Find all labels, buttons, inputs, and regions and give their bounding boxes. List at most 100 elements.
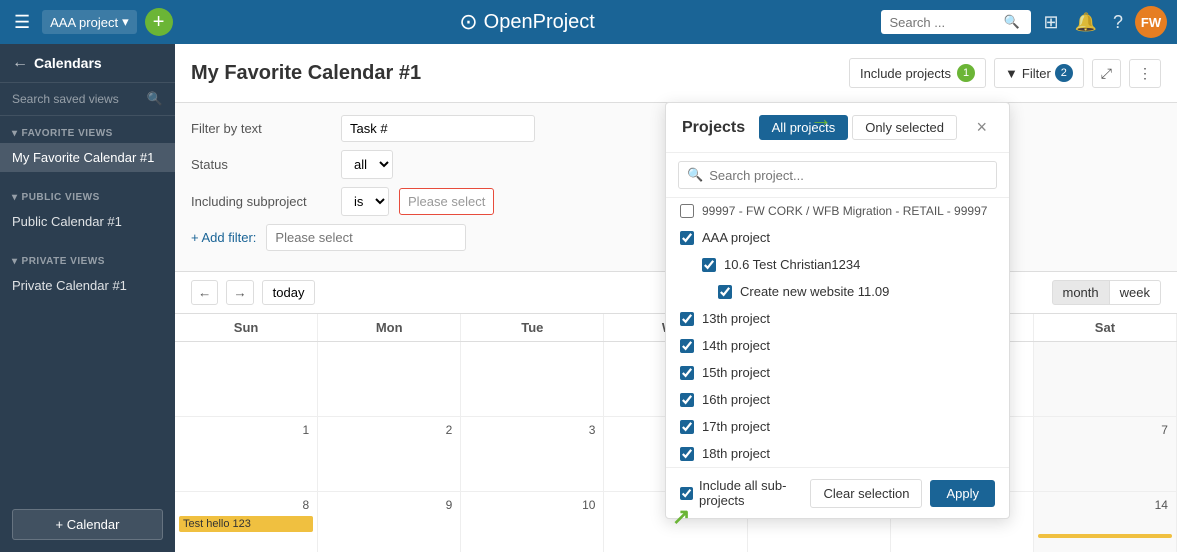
project-checkbox[interactable]: [680, 339, 694, 353]
list-item[interactable]: 18th project: [666, 440, 1009, 467]
week-button[interactable]: week: [1110, 280, 1161, 305]
status-select[interactable]: all: [341, 150, 393, 179]
header-actions: Include projects 1 ▼ Filter 2 ⤢ ⋮: [849, 58, 1161, 88]
cal-cell[interactable]: 3: [461, 417, 604, 492]
next-button[interactable]: →: [226, 280, 253, 305]
cal-cell-sat[interactable]: [1034, 342, 1177, 417]
list-item[interactable]: 99997 - FW CORK / WFB Migration - RETAIL…: [666, 198, 1009, 224]
search-icon: 🔍: [1003, 14, 1019, 30]
month-week-toggle: month week: [1052, 280, 1162, 305]
cal-cell[interactable]: 1: [175, 417, 318, 492]
include-projects-button[interactable]: Include projects 1: [849, 58, 986, 88]
project-checkbox[interactable]: [680, 231, 694, 245]
add-filter-label[interactable]: + Add filter:: [191, 230, 256, 245]
grid-icon[interactable]: ⊞: [1039, 8, 1062, 37]
list-item[interactable]: 10.6 Test Christian1234: [666, 251, 1009, 278]
help-icon[interactable]: ?: [1109, 8, 1127, 37]
hamburger-icon[interactable]: ☰: [10, 8, 34, 37]
green-arrow-indicator: →: [810, 106, 832, 132]
page-title: My Favorite Calendar #1: [191, 62, 421, 85]
today-button[interactable]: today: [262, 280, 316, 305]
public-views-section: ▾ PUBLIC VIEWS Public Calendar #1: [0, 180, 175, 244]
projects-search-area: 🔍: [666, 153, 1009, 198]
clear-selection-button[interactable]: Clear selection: [810, 479, 922, 508]
logo: ⊙ OpenProject: [459, 9, 595, 35]
cal-cell[interactable]: 9: [318, 492, 461, 552]
add-project-button[interactable]: +: [145, 8, 173, 36]
sidebar-search[interactable]: 🔍: [0, 83, 175, 116]
cal-cell[interactable]: 8 Test hello 123: [175, 492, 318, 552]
cal-event[interactable]: Test hello 123: [179, 516, 313, 532]
project-name-label: 17th project: [702, 419, 770, 434]
add-calendar-button[interactable]: + Calendar: [12, 509, 163, 540]
sidebar-search-input[interactable]: [12, 92, 141, 106]
list-item[interactable]: 15th project: [666, 359, 1009, 386]
project-name: AAA project: [50, 15, 118, 30]
include-sub-projects-checkbox[interactable]: [680, 487, 693, 500]
cal-cell-sat[interactable]: 7: [1034, 417, 1177, 492]
list-item[interactable]: AAA project: [666, 224, 1009, 251]
project-checkbox[interactable]: [680, 393, 694, 407]
back-icon[interactable]: ←: [12, 54, 28, 72]
cal-cell[interactable]: [318, 342, 461, 417]
all-projects-tab[interactable]: All projects: [759, 115, 849, 140]
projects-list: 99997 - FW CORK / WFB Migration - RETAIL…: [666, 198, 1009, 467]
list-item[interactable]: 17th project: [666, 413, 1009, 440]
filter-by-text-input[interactable]: [341, 115, 535, 142]
projects-search-input[interactable]: [709, 168, 988, 183]
project-checkbox[interactable]: [702, 258, 716, 272]
cal-event[interactable]: [1038, 534, 1172, 538]
close-button[interactable]: ×: [970, 115, 993, 140]
project-checkbox[interactable]: [680, 447, 694, 461]
global-search-box[interactable]: 🔍: [881, 10, 1031, 34]
sidebar-item-public-calendar[interactable]: Public Calendar #1: [0, 207, 175, 236]
project-checkbox[interactable]: [718, 285, 732, 299]
list-item[interactable]: 14th project: [666, 332, 1009, 359]
list-item[interactable]: 13th project: [666, 305, 1009, 332]
filter-label: Filter: [1022, 66, 1051, 81]
top-nav: ☰ AAA project ▾ + ⊙ OpenProject 🔍 ⊞ 🔔 ? …: [0, 0, 1177, 44]
green-arrow2-indicator: ↗: [672, 504, 690, 530]
global-search-input[interactable]: [889, 15, 999, 30]
subproject-select[interactable]: is: [341, 187, 389, 216]
sidebar-header: ← Calendars: [0, 44, 175, 83]
projects-search-wrap[interactable]: 🔍: [678, 161, 997, 189]
sidebar-item-private-calendar[interactable]: Private Calendar #1: [0, 271, 175, 300]
cal-cell-sat[interactable]: 14: [1034, 492, 1177, 552]
status-label: Status: [191, 157, 331, 172]
including-subproject-label: Including subproject: [191, 194, 331, 209]
add-filter-input[interactable]: [266, 224, 466, 251]
cal-date: [465, 346, 599, 350]
filter-button[interactable]: ▼ Filter 2: [994, 58, 1084, 88]
projects-tabs: All projects Only selected: [759, 115, 957, 140]
favorite-views-label: ▾ FAVORITE VIEWS: [0, 124, 175, 143]
more-options-button[interactable]: ⋮: [1129, 59, 1161, 88]
project-checkbox[interactable]: [680, 420, 694, 434]
cal-cell[interactable]: 10: [461, 492, 604, 552]
list-item[interactable]: 16th project: [666, 386, 1009, 413]
fullscreen-button[interactable]: ⤢: [1092, 59, 1121, 88]
project-checkbox[interactable]: [680, 312, 694, 326]
include-projects-label: Include projects: [860, 66, 951, 81]
only-selected-tab[interactable]: Only selected: [852, 115, 957, 140]
project-checkbox[interactable]: [680, 366, 694, 380]
cal-cell[interactable]: [175, 342, 318, 417]
include-sub-projects-label[interactable]: Include all sub-projects: [680, 478, 802, 508]
cal-cell[interactable]: 2: [318, 417, 461, 492]
cal-cell[interactable]: [461, 342, 604, 417]
project-selector[interactable]: AAA project ▾: [42, 10, 136, 34]
logo-icon: ⊙: [459, 9, 477, 35]
project-checkbox[interactable]: [680, 204, 694, 218]
apply-button[interactable]: Apply: [930, 480, 995, 507]
month-button[interactable]: month: [1052, 280, 1110, 305]
avatar[interactable]: FW: [1135, 6, 1167, 38]
list-item[interactable]: Create new website 11.09: [666, 278, 1009, 305]
sat-header: Sat: [1034, 314, 1177, 341]
chevron-icon: ▾: [12, 256, 18, 267]
bell-icon[interactable]: 🔔: [1071, 8, 1101, 37]
project-name-label: 18th project: [702, 446, 770, 461]
logo-text: OpenProject: [484, 11, 595, 34]
prev-button[interactable]: ←: [191, 280, 218, 305]
mon-header: Mon: [318, 314, 461, 341]
sidebar-item-my-favorite-calendar[interactable]: My Favorite Calendar #1: [0, 143, 175, 172]
